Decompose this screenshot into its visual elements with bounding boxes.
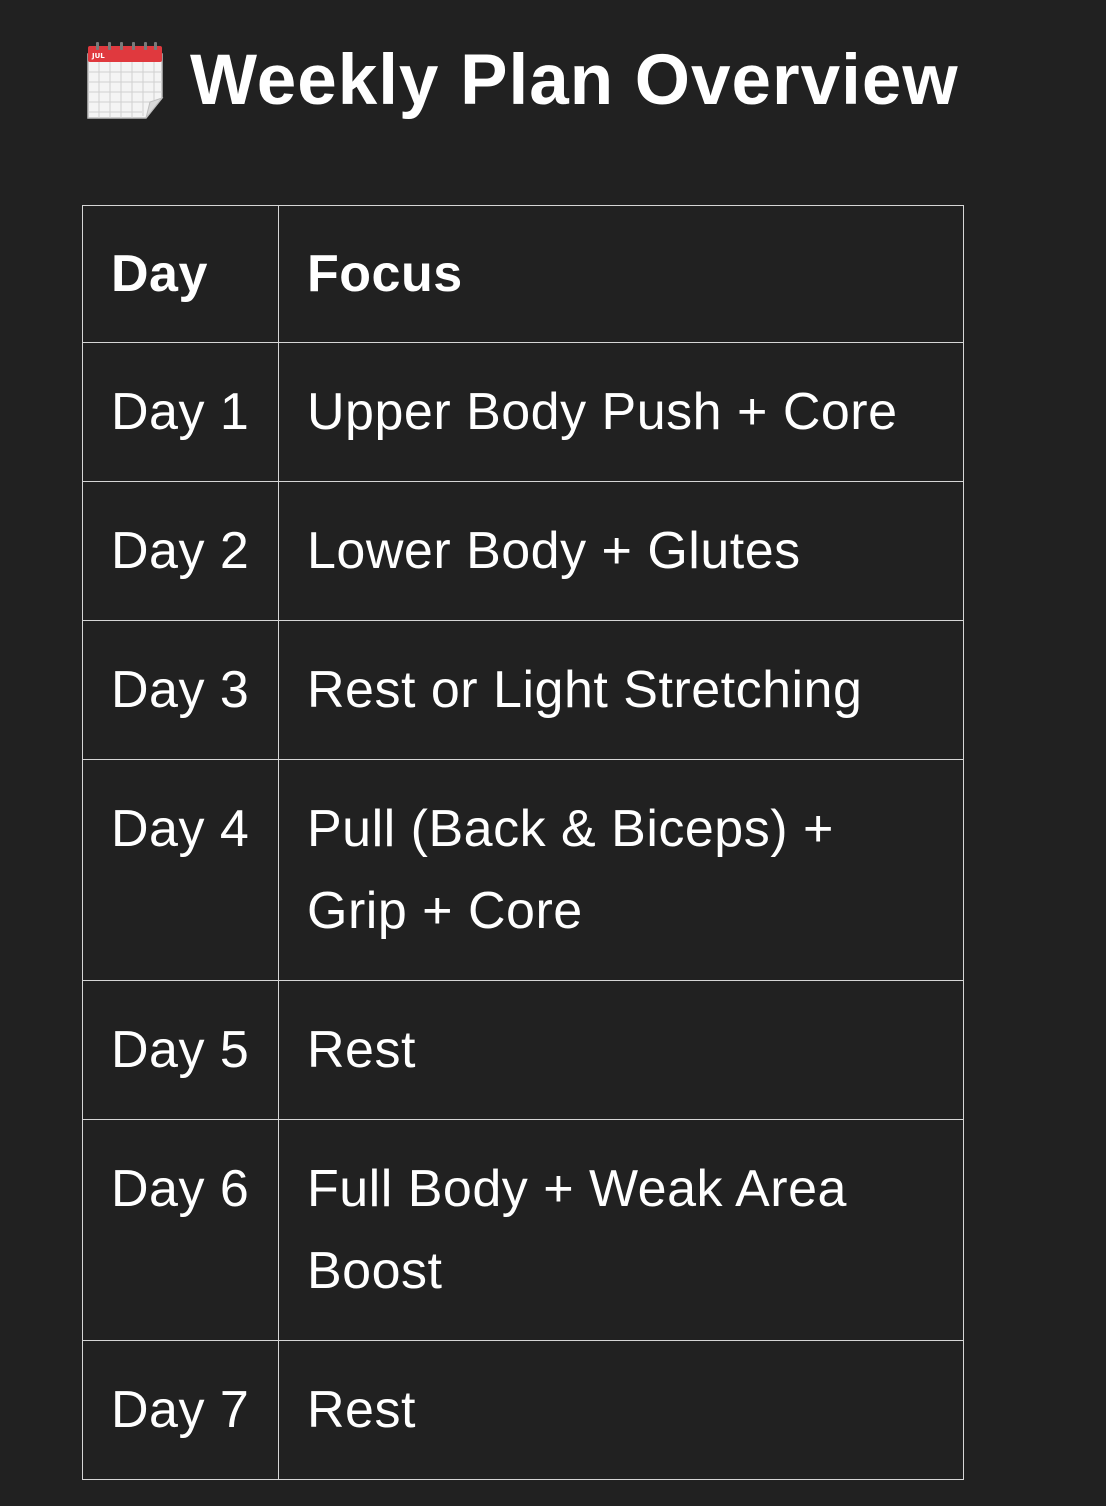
focus-cell: Rest [278, 1340, 964, 1480]
day-cell: Day 1 [82, 342, 279, 482]
table-row: Day 4 Pull (Back & Biceps) + Grip + Core [82, 759, 964, 981]
focus-cell: Lower Body + Glutes [278, 481, 964, 621]
calendar-icon: JUL [87, 42, 164, 119]
day-cell: Day 6 [82, 1119, 279, 1341]
column-header-day: Day [82, 205, 279, 343]
page-title: Weekly Plan Overview [190, 40, 959, 120]
focus-cell: Rest or Light Stretching [278, 620, 964, 760]
page-heading: JUL Weekly Plan Overview [84, 30, 959, 130]
focus-cell: Pull (Back & Biceps) + Grip + Core [278, 759, 964, 981]
table-row: Day 1 Upper Body Push + Core [82, 342, 964, 482]
day-cell: Day 2 [82, 481, 279, 621]
table-row: Day 3 Rest or Light Stretching [82, 620, 964, 760]
day-cell: Day 5 [82, 980, 279, 1120]
weekly-plan-table: Day Focus Day 1 Upper Body Push + Core D… [82, 205, 964, 1480]
day-cell: Day 3 [82, 620, 279, 760]
table-row: Day 7 Rest [82, 1340, 964, 1480]
day-cell: Day 7 [82, 1340, 279, 1480]
focus-cell: Rest [278, 980, 964, 1120]
calendar-month-label: JUL [91, 52, 105, 60]
column-header-focus: Focus [278, 205, 964, 343]
table-header-row: Day Focus [82, 205, 964, 343]
table-row: Day 6 Full Body + Weak Area Boost [82, 1119, 964, 1341]
day-cell: Day 4 [82, 759, 279, 981]
table-row: Day 5 Rest [82, 980, 964, 1120]
focus-cell: Upper Body Push + Core [278, 342, 964, 482]
focus-cell: Full Body + Weak Area Boost [278, 1119, 964, 1341]
table-row: Day 2 Lower Body + Glutes [82, 481, 964, 621]
